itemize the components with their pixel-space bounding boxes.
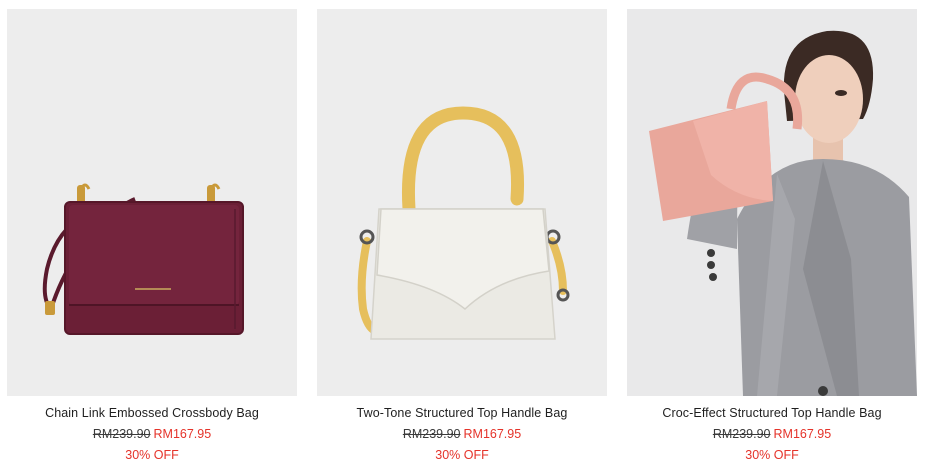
discount-label: 30% OFF <box>435 448 489 462</box>
product-card[interactable]: Chain Link Embossed Crossbody Bag RM239.… <box>7 9 297 463</box>
product-card[interactable]: Croc-Effect Structured Top Handle Bag RM… <box>627 9 917 463</box>
product-card[interactable]: Two-Tone Structured Top Handle Bag RM239… <box>317 9 607 463</box>
discount-label: 30% OFF <box>125 448 179 462</box>
price-row: RM239.90 RM167.95 <box>317 427 607 442</box>
original-price: RM239.90 <box>92 427 151 441</box>
sale-price: RM167.95 <box>463 427 522 441</box>
sale-price: RM167.95 <box>153 427 212 441</box>
product-title[interactable]: Croc-Effect Structured Top Handle Bag <box>627 406 917 421</box>
discount-label: 30% OFF <box>745 448 799 462</box>
product-title[interactable]: Chain Link Embossed Crossbody Bag <box>7 406 297 421</box>
model-holding-pink-bag-illustration <box>649 30 917 396</box>
white-top-handle-bag-illustration <box>357 106 570 340</box>
product-image-croc-effect-bag[interactable] <box>627 9 917 396</box>
price-row: RM239.90 RM167.95 <box>7 427 297 442</box>
original-price: RM239.90 <box>712 427 771 441</box>
product-image-top-handle-bag[interactable] <box>317 9 607 396</box>
sale-price: RM167.95 <box>773 427 832 441</box>
burgundy-crossbody-bag-illustration <box>42 183 244 335</box>
product-image-crossbody-bag[interactable] <box>7 9 297 396</box>
original-price: RM239.90 <box>402 427 461 441</box>
price-row: RM239.90 RM167.95 <box>627 427 917 442</box>
product-title[interactable]: Two-Tone Structured Top Handle Bag <box>317 406 607 421</box>
